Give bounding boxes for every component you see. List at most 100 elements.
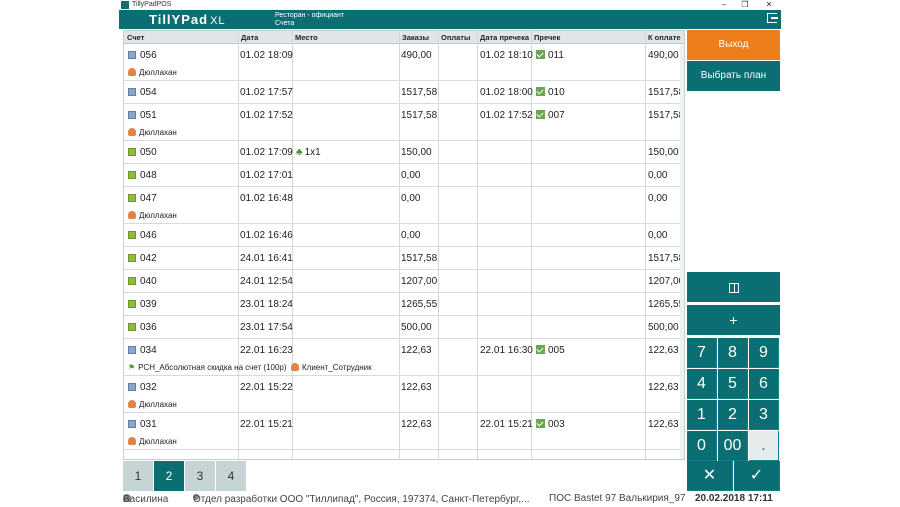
bill-orders: 1517,58 xyxy=(401,87,438,98)
bill-to-pay: 122,63 xyxy=(648,419,679,430)
col-header[interactable]: Дата пречека xyxy=(480,33,529,42)
col-header[interactable]: Дата xyxy=(241,33,258,42)
bill-to-pay: 0,00 xyxy=(648,230,668,241)
key-00[interactable]: 00 xyxy=(718,431,748,461)
bill-subline: ⚑ РСН_Абсолютная скидка на счет (100р) Кл… xyxy=(128,363,372,372)
key-dot[interactable]: . xyxy=(749,431,779,461)
table-row[interactable]: 056 01.02 18:09 490,00 01.02 18:10 011 490,00… xyxy=(124,45,684,81)
bill-to-pay: 1517,58 xyxy=(648,253,685,264)
bill-to-pay: 490,00 xyxy=(648,50,679,61)
table-row[interactable]: 039 23.01 18:24 1265,55 1265,55 xyxy=(124,294,684,316)
key-5[interactable]: 5 xyxy=(718,369,748,399)
bill-orders: 0,00 xyxy=(401,193,421,204)
bill-to-pay: 122,63 xyxy=(648,345,679,356)
table-row[interactable]: 054 01.02 17:57 1517,58 01.02 18:00 010 1517,… xyxy=(124,82,684,104)
bill-number: 032 xyxy=(128,382,157,393)
key-9[interactable]: 9 xyxy=(749,338,779,368)
table-row[interactable]: 034 22.01 16:23 122,63 22.01 16:30 005 122,63… xyxy=(124,340,684,376)
bill-subline: Дюллахан xyxy=(128,68,177,77)
choose-plan-button[interactable]: Выбрать план xyxy=(687,61,780,91)
bill-status-icon xyxy=(128,231,136,239)
key-8[interactable]: 8 xyxy=(718,338,748,368)
table-row[interactable]: 042 24.01 16:41 1517,58 1517,58 xyxy=(124,248,684,270)
bill-orders: 1517,58 xyxy=(401,110,438,121)
plus-button[interactable]: + xyxy=(687,305,780,335)
waiter-icon xyxy=(128,211,136,219)
confirm-button[interactable]: ✓ xyxy=(734,461,780,491)
table-row[interactable]: 048 01.02 17:01 0,00 0,00 xyxy=(124,165,684,187)
key-1[interactable]: 1 xyxy=(687,400,717,430)
bill-number: 034 xyxy=(128,345,157,356)
table-row[interactable]: 050 01.02 17:09 ♣ 1x1 150,00 150,00 xyxy=(124,142,684,164)
bill-date: 22.01 15:22 xyxy=(240,382,293,393)
key-4[interactable]: 4 xyxy=(687,369,717,399)
bill-to-pay: 1265,55 xyxy=(648,299,685,310)
bill-date: 01.02 17:01 xyxy=(240,170,293,181)
key-2[interactable]: 2 xyxy=(718,400,748,430)
precheck-icon xyxy=(536,50,545,59)
precheck-number: 010 xyxy=(536,87,565,98)
window-titlebar: TillyPadPOS – ❐ ✕ xyxy=(119,0,781,10)
col-header[interactable]: Заказы xyxy=(402,33,429,42)
bill-date: 22.01 16:23 xyxy=(240,345,293,356)
bill-to-pay: 0,00 xyxy=(648,170,668,181)
bills-table: Счет Дата Место Заказы Оплаты Дата прече… xyxy=(123,30,685,460)
status-pos: ПОС Bastet 97 xyxy=(549,493,617,504)
bill-subline: Дюллахан xyxy=(128,211,177,220)
precheck-date: 01.02 18:10 xyxy=(480,50,533,61)
minimize-icon[interactable]: – xyxy=(719,0,729,10)
table-row[interactable]: 046 01.02 16:46 0,00 0,00 xyxy=(124,225,684,247)
col-header[interactable]: Счет xyxy=(127,33,144,42)
table-row[interactable]: 032 22.01 15:22 122,63 122,63 Дюллахан xyxy=(124,377,684,413)
bill-status-icon xyxy=(128,383,136,391)
key-7[interactable]: 7 xyxy=(687,338,717,368)
bill-number: 042 xyxy=(128,253,157,264)
table-icon: ♣ xyxy=(296,147,303,158)
close-icon[interactable]: ✕ xyxy=(764,0,774,10)
exit-button[interactable]: Выход xyxy=(687,30,780,60)
bill-status-icon xyxy=(128,346,136,354)
logout-icon[interactable] xyxy=(767,13,778,23)
bill-date: 01.02 17:52 xyxy=(240,110,293,121)
status-datetime: 20.02.2018 17:11 xyxy=(695,493,773,504)
page-1[interactable]: 1 xyxy=(123,461,153,491)
bill-date: 23.01 17:54 xyxy=(240,322,293,333)
col-header[interactable]: К оплате xyxy=(648,33,681,42)
table-scrollbar[interactable] xyxy=(680,45,684,459)
book-button[interactable] xyxy=(687,272,780,302)
waiter-icon xyxy=(128,437,136,445)
page-2[interactable]: 2 xyxy=(154,461,184,491)
col-header[interactable]: Место xyxy=(295,33,318,42)
key-0[interactable]: 0 xyxy=(687,431,717,461)
key-6[interactable]: 6 xyxy=(749,369,779,399)
col-header[interactable]: Оплаты xyxy=(441,33,470,42)
app-header: TillYPad XL Ресторан - официант Счета xyxy=(119,10,781,29)
precheck-number: 003 xyxy=(536,419,565,430)
table-row[interactable]: 036 23.01 17:54 500,00 500,00 xyxy=(124,317,684,339)
bill-to-pay: 1517,58 xyxy=(648,87,685,98)
header-section: Счета xyxy=(275,20,295,27)
col-header[interactable]: Пречек xyxy=(534,33,560,42)
bill-number: 039 xyxy=(128,299,157,310)
restore-icon[interactable]: ❐ xyxy=(740,0,750,10)
bill-orders: 1265,55 xyxy=(401,299,438,310)
precheck-date: 22.01 15:21 xyxy=(480,419,533,430)
bill-number: 051 xyxy=(128,110,157,121)
page-4[interactable]: 4 xyxy=(216,461,246,491)
bill-orders: 1517,58 xyxy=(401,253,438,264)
table-row[interactable]: 040 24.01 12:54 1207,00 1207,00 xyxy=(124,271,684,293)
window-title: TillyPadPOS xyxy=(132,1,172,8)
bill-status-icon xyxy=(128,88,136,96)
precheck-date: 01.02 17:52 xyxy=(480,110,533,121)
waiter-icon xyxy=(128,68,136,76)
page-3[interactable]: 3 xyxy=(185,461,215,491)
precheck-date: 22.01 16:30 xyxy=(480,345,533,356)
cancel-button[interactable]: ✕ xyxy=(687,461,733,491)
precheck-icon xyxy=(536,87,545,96)
table-row[interactable]: 047 01.02 16:48 0,00 0,00 Дюллахан xyxy=(124,188,684,224)
table-row[interactable]: 051 01.02 17:52 1517,58 01.02 17:52 007 1517,… xyxy=(124,105,684,141)
bill-orders: 1207,00 xyxy=(401,276,438,287)
bill-status-icon xyxy=(128,51,136,59)
key-3[interactable]: 3 xyxy=(749,400,779,430)
table-row[interactable]: 031 22.01 15:21 122,63 22.01 15:21 003 122,63… xyxy=(124,414,684,450)
